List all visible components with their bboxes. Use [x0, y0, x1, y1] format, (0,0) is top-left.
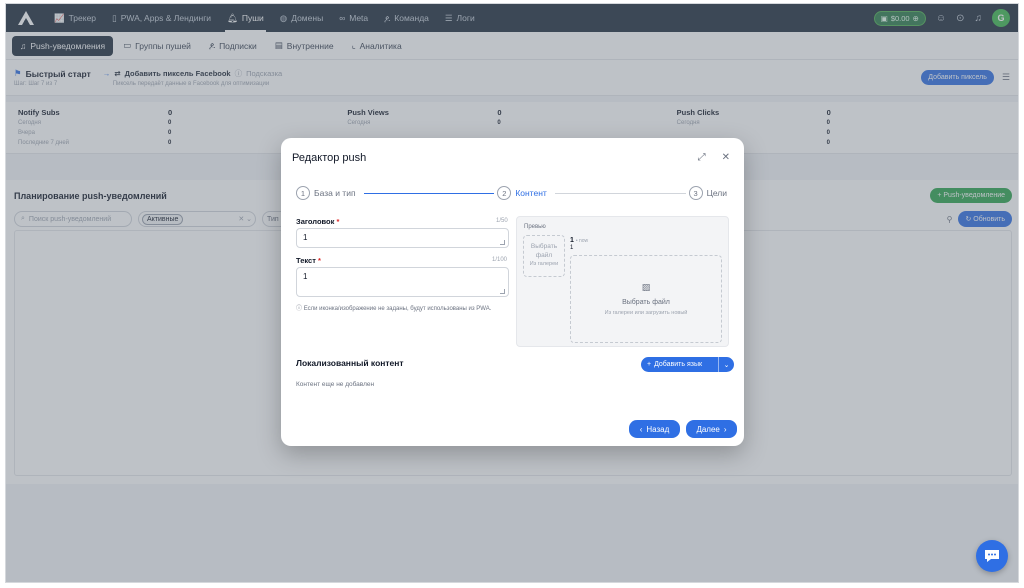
heading-counter: 1/50	[496, 218, 508, 224]
localized-title: Локализованный контент	[296, 358, 404, 368]
image-drop-sub: Из галереи или загрузить новый	[604, 310, 688, 316]
back-button[interactable]: ‹ Назад	[629, 420, 680, 438]
notification-time: • now	[575, 238, 589, 244]
notification-text: 1	[570, 245, 574, 251]
step-content[interactable]: 2 Контент	[497, 186, 552, 200]
chevron-left-icon: ‹	[639, 424, 643, 434]
media-note: ⓘ Если иконка/изображение не заданы, буд…	[296, 305, 511, 313]
required-mark: *	[336, 217, 340, 226]
image-icon: ▨	[641, 282, 651, 292]
chevron-right-icon: ›	[723, 424, 727, 434]
heading-input[interactable]: 1	[296, 228, 509, 248]
step-connector	[363, 192, 495, 194]
step-base[interactable]: 1 База и тип	[296, 186, 361, 200]
icon-dropzone[interactable]: Выбрать файл Из галереи	[523, 235, 565, 277]
app-window: 📈 Трекер ▯ PWA, Apps & Лендинги 🔔︎ Пуши …	[5, 3, 1019, 583]
resize-handle[interactable]	[500, 240, 505, 245]
add-language-label: Добавить язык	[654, 361, 703, 368]
add-language-button[interactable]: + Добавить язык ⌄	[641, 357, 734, 372]
preview-label: Превью	[524, 224, 546, 230]
text-label: Текст *	[296, 256, 321, 265]
chat-button[interactable]	[976, 540, 1008, 572]
back-label: Назад	[646, 424, 670, 434]
step-number: 3	[688, 186, 703, 200]
next-button[interactable]: Далее ›	[686, 420, 737, 438]
modal-controls: ⤢ ✕	[698, 152, 730, 163]
chat-icon	[985, 550, 999, 562]
step-number: 2	[497, 186, 512, 200]
chevron-down-icon[interactable]: ⌄	[718, 357, 734, 372]
image-dropzone[interactable]: ▨ Выбрать файл Из галереи или загрузить …	[570, 255, 722, 343]
modal-title: Редактор push	[292, 152, 367, 164]
step-label: Цели	[706, 188, 728, 198]
text-value: 1	[303, 272, 308, 281]
text-input[interactable]: 1	[296, 267, 509, 297]
close-icon[interactable]: ✕	[722, 152, 730, 163]
image-drop-title: Выбрать файл	[622, 299, 670, 306]
step-connector	[554, 192, 686, 194]
step-number: 1	[296, 186, 310, 200]
text-label-text: Текст	[296, 256, 316, 265]
stepper: 1 База и тип 2 Контент 3 Цели	[296, 186, 732, 200]
icon-drop-sub: Из галереи	[529, 261, 559, 267]
step-label: Контент	[515, 188, 547, 198]
heading-value: 1	[303, 233, 308, 242]
resize-handle[interactable]	[500, 289, 505, 294]
push-editor-modal: Редактор push ⤢ ✕ 1 База и тип 2 Контент…	[281, 138, 744, 446]
preview-panel: Превью Выбрать файл Из галереи 1 • now 1…	[516, 216, 729, 347]
icon-drop-line2: файл	[535, 252, 553, 259]
info-icon: ⓘ	[296, 306, 303, 312]
heading-label: Заголовок *	[296, 217, 339, 226]
notification-title: 1 • now	[570, 237, 588, 244]
media-note-text: Если иконка/изображение не заданы, будут…	[303, 306, 492, 312]
next-label: Далее	[696, 424, 720, 434]
expand-icon[interactable]: ⤢	[698, 152, 706, 163]
text-counter: 1/100	[492, 257, 508, 263]
step-goals[interactable]: 3 Цели	[688, 186, 732, 200]
plus-icon: +	[647, 361, 652, 368]
step-label: База и тип	[314, 188, 356, 198]
required-mark: *	[317, 256, 321, 265]
notification-title-text: 1	[570, 237, 574, 244]
icon-drop-line1: Выбрать	[530, 243, 558, 250]
heading-label-text: Заголовок	[296, 217, 335, 226]
no-content-text: Контент еще не добавлен	[296, 381, 375, 388]
